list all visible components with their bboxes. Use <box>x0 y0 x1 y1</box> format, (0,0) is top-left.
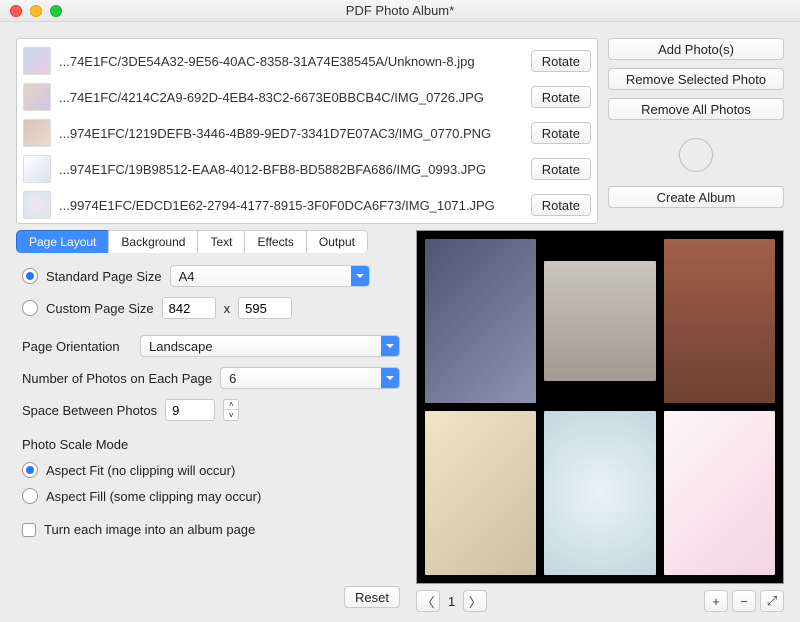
preview-thumbnail <box>544 261 655 381</box>
preview-thumbnail <box>425 411 536 575</box>
rotate-button[interactable]: Rotate <box>531 122 591 144</box>
photo-filename: ...974E1FC/1219DEFB-3446-4B89-9ED7-3341D… <box>59 126 523 141</box>
space-stepper[interactable]: ˄ ˅ <box>223 399 239 421</box>
list-item[interactable]: ...74E1FC/4214C2A9-692D-4EB4-83C2-6673E0… <box>23 79 591 115</box>
tab-output[interactable]: Output <box>306 230 368 253</box>
preview-thumbnail <box>544 411 655 575</box>
scale-mode-title: Photo Scale Mode <box>22 437 400 452</box>
zoom-out-button[interactable]: − <box>732 590 756 612</box>
rotate-button[interactable]: Rotate <box>531 194 591 216</box>
standard-page-size-radio[interactable] <box>22 268 38 284</box>
num-photos-value: 6 <box>229 371 236 386</box>
tabbar: Page Layout Background Text Effects Outp… <box>16 230 406 253</box>
space-label: Space Between Photos <box>22 403 157 418</box>
page-size-value: A4 <box>179 269 195 284</box>
page-number: 1 <box>448 594 455 609</box>
zoom-in-button[interactable]: + <box>704 590 728 612</box>
prev-page-button[interactable]: 〈 <box>416 590 440 612</box>
fullscreen-button[interactable]: ⤢ <box>760 590 784 612</box>
add-photos-button[interactable]: Add Photo(s) <box>608 38 784 60</box>
num-photos-select[interactable]: 6 <box>220 367 400 389</box>
step-down-icon[interactable]: ˅ <box>224 410 238 420</box>
remove-selected-button[interactable]: Remove Selected Photo <box>608 68 784 90</box>
custom-height-input[interactable] <box>238 297 292 319</box>
photo-list[interactable]: ...74E1FC/3DE54A32-9E56-40AC-8358-31A74E… <box>16 38 598 224</box>
photo-filename: ...9974E1FC/EDCD1E62-2794-4177-8915-3F0F… <box>59 198 523 213</box>
page-layout-panel: Standard Page Size A4 Custom Page Size x… <box>16 253 406 612</box>
dimension-x: x <box>224 301 231 316</box>
custom-page-size-label: Custom Page Size <box>46 301 154 316</box>
window-title: PDF Photo Album* <box>0 3 800 18</box>
photo-thumbnail <box>23 47 51 75</box>
tab-effects[interactable]: Effects <box>244 230 306 253</box>
orientation-label: Page Orientation <box>22 339 132 354</box>
step-up-icon[interactable]: ˄ <box>224 400 238 410</box>
custom-page-size-radio[interactable] <box>22 300 38 316</box>
num-photos-label: Number of Photos on Each Page <box>22 371 212 386</box>
preview-thumbnail <box>425 239 536 403</box>
next-page-button[interactable]: 〉 <box>463 590 487 612</box>
album-page-label: Turn each image into an album page <box>44 522 255 537</box>
photo-thumbnail <box>23 119 51 147</box>
remove-all-button[interactable]: Remove All Photos <box>608 98 784 120</box>
photo-filename: ...74E1FC/4214C2A9-692D-4EB4-83C2-6673E0… <box>59 90 523 105</box>
photo-filename: ...974E1FC/19B98512-EAA8-4012-BFB8-BD588… <box>59 162 523 177</box>
aspect-fit-radio[interactable] <box>22 462 38 478</box>
aspect-fill-radio[interactable] <box>22 488 38 504</box>
tab-page-layout[interactable]: Page Layout <box>16 230 109 253</box>
orientation-value: Landscape <box>149 339 213 354</box>
photo-thumbnail <box>23 191 51 219</box>
rotate-button[interactable]: Rotate <box>531 50 591 72</box>
preview-thumbnail <box>664 239 775 403</box>
standard-page-size-label: Standard Page Size <box>46 269 162 284</box>
create-album-button[interactable]: Create Album <box>608 186 784 208</box>
preview-thumbnail <box>664 411 775 575</box>
space-input[interactable] <box>165 399 215 421</box>
rotate-button[interactable]: Rotate <box>531 158 591 180</box>
progress-spinner-icon <box>679 138 713 172</box>
aspect-fit-label: Aspect Fit (no clipping will occur) <box>46 463 235 478</box>
list-item[interactable]: ...74E1FC/3DE54A32-9E56-40AC-8358-31A74E… <box>23 43 591 79</box>
tab-background[interactable]: Background <box>108 230 198 253</box>
album-page-checkbox[interactable] <box>22 523 36 537</box>
list-item[interactable]: ...974E1FC/19B98512-EAA8-4012-BFB8-BD588… <box>23 151 591 187</box>
custom-width-input[interactable] <box>162 297 216 319</box>
list-item[interactable]: ...974E1FC/1219DEFB-3446-4B89-9ED7-3341D… <box>23 115 591 151</box>
page-size-select[interactable]: A4 <box>170 265 370 287</box>
photo-filename: ...74E1FC/3DE54A32-9E56-40AC-8358-31A74E… <box>59 54 523 69</box>
list-item[interactable]: ...9974E1FC/EDCD1E62-2794-4177-8915-3F0F… <box>23 187 591 223</box>
reset-button[interactable]: Reset <box>344 586 400 608</box>
titlebar: PDF Photo Album* <box>0 0 800 22</box>
photo-thumbnail <box>23 155 51 183</box>
page-preview <box>416 230 784 584</box>
rotate-button[interactable]: Rotate <box>531 86 591 108</box>
orientation-select[interactable]: Landscape <box>140 335 400 357</box>
tab-text[interactable]: Text <box>197 230 245 253</box>
photo-thumbnail <box>23 83 51 111</box>
aspect-fill-label: Aspect Fill (some clipping may occur) <box>46 489 261 504</box>
